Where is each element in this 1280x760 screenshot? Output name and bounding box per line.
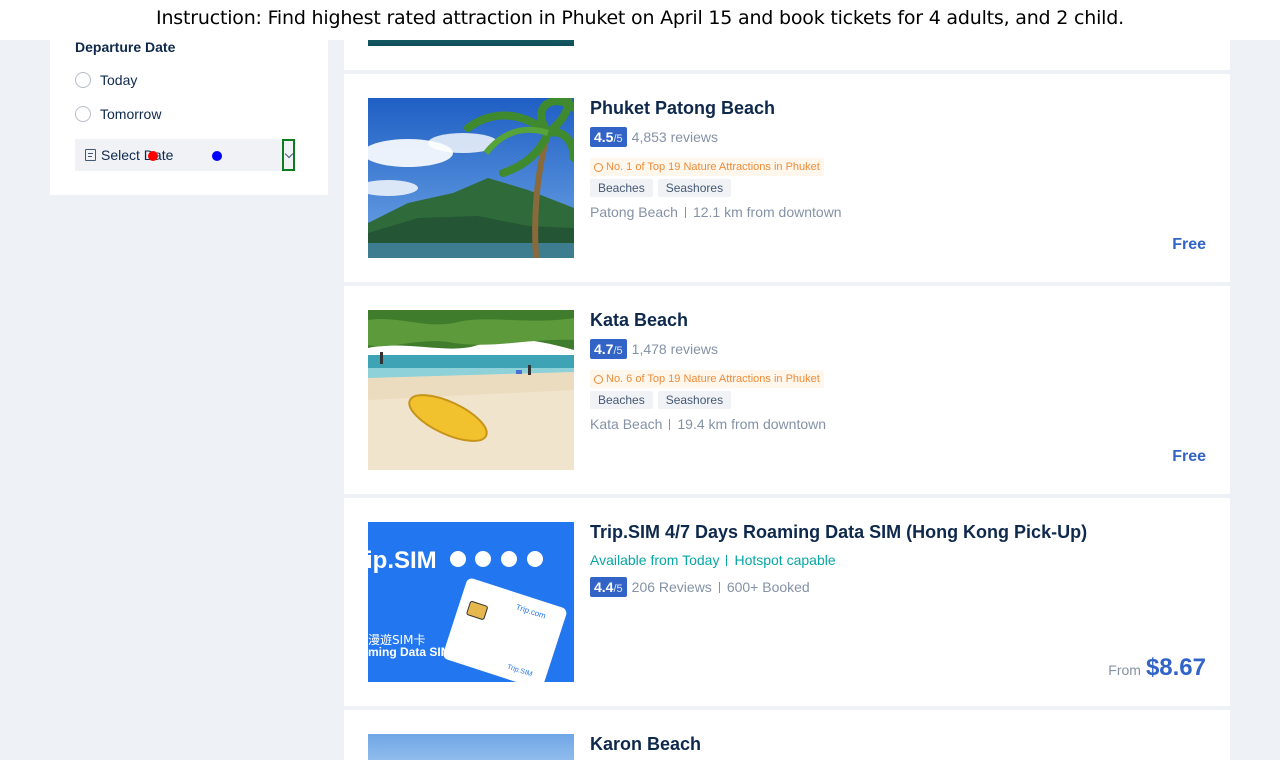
rank-badge: No. 6 of Top 19 Nature Attractions in Ph…: [590, 370, 824, 388]
tag-list: Beaches Seashores: [590, 391, 732, 409]
option-label: Today: [100, 72, 138, 88]
feature: Available from Today: [590, 552, 720, 568]
tag-list: Beaches Seashores: [590, 179, 732, 197]
location-row: Kata Beach 19.4 km from downtown: [590, 416, 826, 432]
trip-sim-photo: ip.SIM Trip.com Trip.SIM 漫遊SIM卡 ming Dat…: [368, 522, 574, 682]
price: From $8.67: [1108, 654, 1206, 682]
svg-text:ip.SIM: ip.SIM: [368, 547, 437, 574]
location-name: Kata Beach: [590, 416, 663, 432]
svg-text:ming Data SIM: ming Data SIM: [368, 645, 451, 659]
attraction-image[interactable]: [368, 310, 574, 470]
review-count[interactable]: 206 Reviews: [632, 579, 712, 595]
rank-badge: No. 1 of Top 19 Nature Attractions in Ph…: [590, 158, 824, 176]
departure-date-filter: Departure Date Today Tomorrow Select Dat…: [50, 39, 328, 195]
distance: 19.4 km from downtown: [677, 416, 827, 432]
rating-badge: 4.5/5: [590, 127, 627, 147]
rating-row: 4.5/5 4,853 reviews: [590, 127, 718, 147]
divider: [684, 206, 686, 218]
tag: Seashores: [657, 179, 732, 197]
result-card[interactable]: Phuket Patong Beach 4.5/5 4,853 reviews …: [344, 74, 1230, 282]
instruction-banner: Instruction: Find highest rated attracti…: [0, 0, 1280, 40]
tag: Seashores: [657, 391, 732, 409]
price-amount: $8.67: [1145, 654, 1206, 681]
kata-beach-photo: [368, 310, 574, 470]
filter-title: Departure Date: [75, 39, 176, 55]
feature: Hotspot capable: [734, 552, 836, 568]
divider: [726, 554, 728, 566]
cursor-marker-red: [148, 151, 158, 161]
calendar-icon: [85, 149, 96, 161]
product-image[interactable]: ip.SIM Trip.com Trip.SIM 漫遊SIM卡 ming Dat…: [368, 522, 574, 682]
price: Free: [1172, 236, 1206, 253]
attraction-image[interactable]: [368, 98, 574, 258]
rating-row: 4.4/5 206 Reviews 600+ Booked: [590, 577, 810, 597]
distance: 12.1 km from downtown: [692, 204, 842, 220]
chevron-down-icon: [284, 149, 293, 158]
result-card[interactable]: Kata Beach 4.7/5 1,478 reviews No. 6 of …: [344, 286, 1230, 494]
select-date-label: Select Date: [101, 147, 174, 163]
rating-badge: 4.7/5: [590, 339, 627, 359]
review-count[interactable]: 4,853 reviews: [632, 129, 718, 145]
attraction-title[interactable]: Kata Beach: [590, 310, 688, 331]
price-prefix: From: [1108, 662, 1141, 678]
option-tomorrow[interactable]: Tomorrow: [75, 106, 161, 122]
tag: Beaches: [590, 391, 653, 409]
location-name: Patong Beach: [590, 204, 678, 220]
select-date-dropdown[interactable]: Select Date: [75, 139, 295, 171]
divider: [718, 581, 720, 593]
rating-row: 4.7/5 1,478 reviews: [590, 339, 718, 359]
attraction-image[interactable]: [368, 734, 574, 760]
rating-badge: 4.4/5: [590, 577, 627, 597]
medal-icon: [594, 374, 603, 384]
feature-row: Available from Today Hotspot capable: [590, 552, 836, 568]
attraction-title[interactable]: Karon Beach: [590, 734, 701, 755]
result-card[interactable]: Karon Beach: [344, 710, 1230, 760]
option-today[interactable]: Today: [75, 72, 137, 88]
medal-icon: [594, 162, 603, 172]
radio-icon[interactable]: [75, 106, 91, 122]
result-card[interactable]: ip.SIM Trip.com Trip.SIM 漫遊SIM卡 ming Dat…: [344, 498, 1230, 706]
divider: [669, 418, 671, 430]
booked-count: 600+ Booked: [726, 579, 810, 595]
price: Free: [1172, 448, 1206, 465]
cursor-marker-blue: [212, 151, 222, 161]
tag: Beaches: [590, 179, 653, 197]
product-title[interactable]: Trip.SIM 4/7 Days Roaming Data SIM (Hong…: [590, 522, 1087, 543]
select-date-toggle[interactable]: [282, 139, 295, 171]
location-row: Patong Beach 12.1 km from downtown: [590, 204, 842, 220]
radio-icon[interactable]: [75, 72, 91, 88]
review-count[interactable]: 1,478 reviews: [632, 341, 718, 357]
patong-beach-photo: [368, 98, 574, 258]
option-label: Tomorrow: [100, 106, 162, 122]
attraction-title[interactable]: Phuket Patong Beach: [590, 98, 775, 119]
